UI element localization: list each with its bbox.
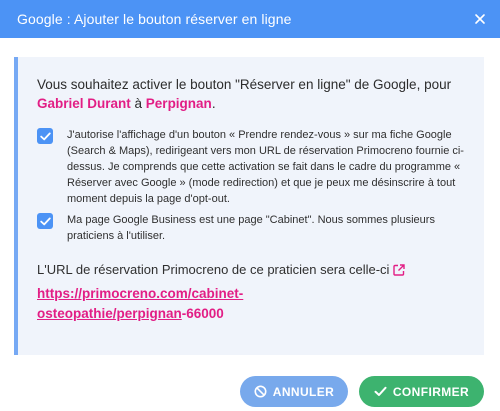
check-icon	[374, 386, 387, 396]
practitioner-name: Gabriel Durant	[37, 96, 131, 111]
checkmark-icon	[39, 217, 51, 225]
city-name: Perpignan	[145, 96, 212, 111]
external-link-icon[interactable]	[393, 263, 406, 276]
consent-text-1: J'autorise l'affichage d'un bouton « Pre…	[67, 129, 464, 205]
url-section-label: L'URL de réservation Primocreno de ce pr…	[37, 262, 406, 277]
dialog-header: Google : Ajouter le bouton réserver en l…	[0, 0, 500, 38]
modal-dialog: Google : Ajouter le bouton réserver en l…	[0, 0, 500, 411]
ban-icon	[254, 385, 267, 398]
intro-end: .	[211, 96, 216, 111]
booking-url: https://primocreno.com/cabinet-osteopath…	[37, 284, 337, 324]
consent-checkbox-2[interactable]	[37, 213, 53, 229]
confirm-label: CONFIRMER	[392, 384, 470, 399]
intro-a-word: à	[130, 96, 146, 111]
url-label-text: L'URL de réservation Primocreno de ce pr…	[37, 262, 390, 277]
intro-text: Vous souhaitez activer le bouton "Réserv…	[37, 75, 477, 113]
dialog-title: Google : Ajouter le bouton réserver en l…	[17, 11, 292, 27]
confirm-button[interactable]: CONFIRMER	[359, 376, 484, 407]
consent-row-2: Ma page Google Business est une page "Ca…	[37, 212, 487, 244]
cancel-button[interactable]: ANNULER	[240, 376, 348, 407]
cancel-label: ANNULER	[272, 384, 335, 399]
intro-line: Vous souhaitez activer le bouton "Réserv…	[37, 77, 452, 92]
close-icon	[475, 14, 485, 24]
close-button[interactable]	[470, 9, 490, 29]
consent-text-2: Ma page Google Business est une page "Ca…	[67, 214, 435, 242]
checkmark-icon	[39, 132, 51, 140]
consent-row-1: J'autorise l'affichage d'un bouton « Pre…	[37, 127, 487, 207]
consent-checkbox-1[interactable]	[37, 128, 53, 144]
info-panel: Vous souhaitez activer le bouton "Réserv…	[14, 57, 484, 355]
booking-url-suffix: -66000	[181, 306, 224, 321]
